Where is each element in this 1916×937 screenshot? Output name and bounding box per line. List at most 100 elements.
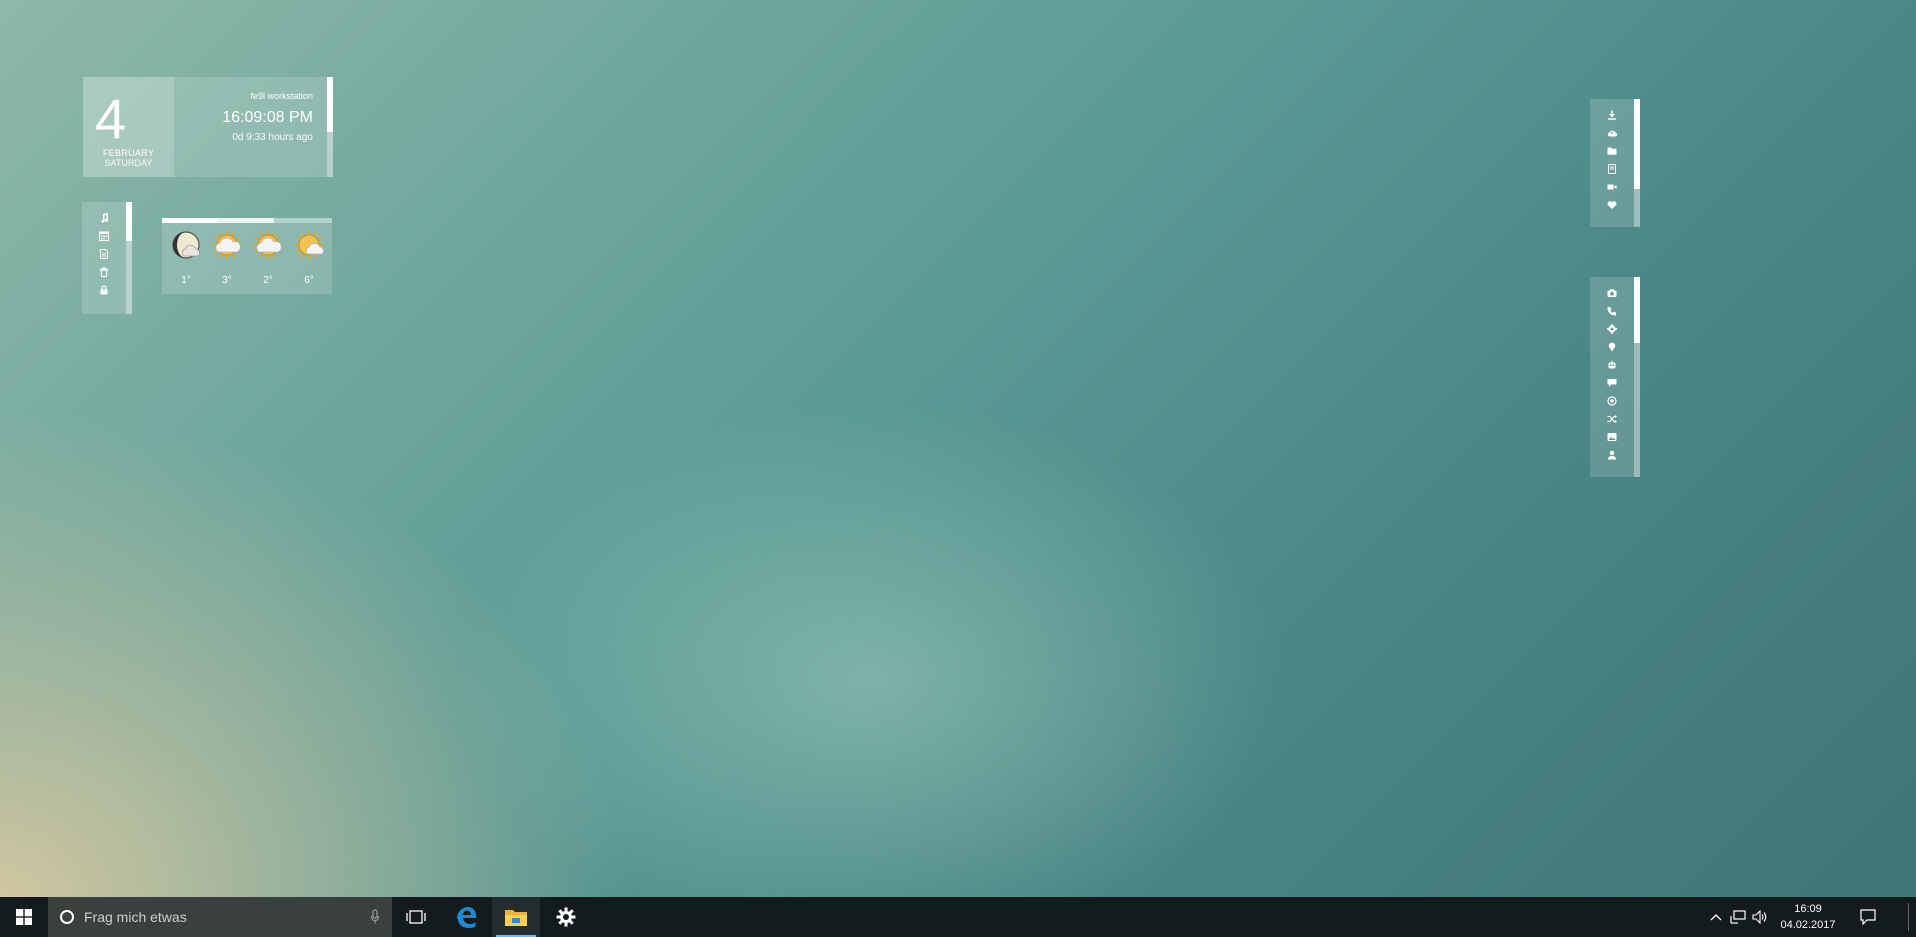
weather-temp: 1° [181, 275, 191, 286]
weather-temp: 3° [222, 275, 232, 286]
left-launcher [82, 202, 132, 314]
day-number: 4 [95, 87, 127, 150]
folder-launcher-button[interactable] [1606, 145, 1618, 157]
left-launcher-bar [126, 202, 132, 314]
action-center-button[interactable] [1860, 909, 1876, 925]
system-tray: 16:09 04.02.2017 [1696, 897, 1916, 937]
cloud-upload-launcher-button[interactable] [1606, 127, 1618, 139]
weather-temp: 2° [263, 275, 273, 286]
weather-day-1 [171, 230, 201, 260]
notification-icon [1860, 909, 1876, 925]
robot-icon [1608, 360, 1616, 369]
hostname: fe9l workstation [250, 91, 313, 101]
video-launcher-button[interactable] [1606, 181, 1618, 193]
document-icon [100, 249, 108, 259]
phone-icon [1607, 307, 1616, 316]
month-label: FEBRUARY [102, 148, 155, 158]
settings-launcher-button[interactable] [1606, 323, 1618, 335]
image-launcher-button[interactable] [1606, 431, 1618, 443]
date-block: 4 FEBRUARY SATURDAY [83, 77, 174, 177]
target-launcher-button[interactable] [1606, 395, 1618, 407]
microphone-icon[interactable] [370, 909, 380, 925]
tray-date: 04.02.2017 [1780, 919, 1836, 931]
weather-widget: 1° 3° 2° 6° [162, 218, 332, 294]
right-bottom-bar-fill [1634, 277, 1640, 343]
start-button[interactable] [0, 897, 48, 937]
speaker-icon [1752, 910, 1767, 924]
image-icon [1607, 433, 1617, 441]
video-icon [1607, 184, 1617, 190]
settings-gear-icon [556, 907, 576, 927]
lock-launcher-button[interactable] [98, 284, 110, 296]
camera-icon [1607, 289, 1617, 297]
folder-icon [1607, 147, 1617, 155]
moon-cloud-icon [172, 231, 200, 259]
user-launcher-button[interactable] [1606, 449, 1618, 461]
chevron-up-icon [1710, 914, 1722, 921]
music-launcher-button[interactable] [98, 212, 110, 224]
weekday-label: SATURDAY [104, 158, 153, 168]
trash-icon [100, 267, 108, 277]
right-top-bar [1634, 99, 1640, 227]
calendar-icon [99, 231, 109, 241]
sun-cloud-icon [213, 231, 241, 259]
edge-icon [457, 907, 476, 928]
sun-partly-icon [295, 231, 324, 259]
lock-icon [100, 285, 108, 295]
file-explorer-icon [505, 910, 527, 926]
file-explorer-button[interactable] [492, 897, 540, 937]
robot-launcher-button[interactable] [1606, 359, 1618, 371]
tray-clock[interactable]: 16:09 04.02.2017 [1776, 901, 1840, 933]
tray-time: 16:09 [1794, 903, 1822, 915]
sun-cloud-icon [254, 231, 282, 259]
notes-launcher-button[interactable] [1606, 163, 1618, 175]
settings-icon [1607, 324, 1617, 334]
right-bottom-icons [1590, 287, 1634, 467]
clock-progress-fill [327, 77, 333, 132]
heart-icon [1607, 201, 1617, 209]
show-desktop-divider[interactable] [1908, 903, 1909, 931]
calendar-launcher-button[interactable] [98, 230, 110, 242]
left-launcher-bar-fill [126, 202, 132, 242]
shuffle-icon [1607, 415, 1617, 423]
network-button[interactable] [1730, 909, 1746, 925]
music-icon [101, 213, 109, 223]
weather-bar [162, 218, 332, 223]
shuffle-launcher-button[interactable] [1606, 413, 1618, 425]
task-view-icon [406, 910, 426, 924]
cloud-upload-icon [1607, 130, 1617, 137]
weather-day-3 [253, 230, 283, 260]
desktop: 4 FEBRUARY SATURDAY fe9l workstation 16:… [0, 0, 1916, 937]
right-launcher-bottom [1590, 277, 1640, 477]
phone-launcher-button[interactable] [1606, 305, 1618, 317]
task-view-button[interactable] [392, 897, 440, 937]
weather-bar-segment [218, 218, 275, 223]
trash-launcher-button[interactable] [98, 266, 110, 278]
right-top-icons [1590, 109, 1634, 217]
background-glow [420, 380, 1320, 937]
weather-day-4 [294, 230, 324, 260]
weather-day-2 [212, 230, 242, 260]
download-launcher-button[interactable] [1606, 109, 1618, 121]
tray-overflow-button[interactable] [1708, 909, 1724, 925]
search-input[interactable] [82, 908, 356, 926]
settings-button[interactable] [542, 897, 590, 937]
target-icon [1607, 396, 1617, 406]
clock-progress-bar [327, 77, 333, 177]
weather-bar-segment [162, 218, 219, 223]
right-bottom-bar [1634, 277, 1640, 477]
document-launcher-button[interactable] [98, 248, 110, 260]
right-launcher-top [1590, 99, 1640, 227]
left-launcher-icons [82, 212, 126, 302]
search-box[interactable] [48, 897, 392, 937]
pin-launcher-button[interactable] [1606, 341, 1618, 353]
notes-icon [1608, 164, 1616, 174]
chat-launcher-button[interactable] [1606, 377, 1618, 389]
heart-launcher-button[interactable] [1606, 199, 1618, 211]
edge-button[interactable] [442, 897, 490, 937]
taskbar: 16:09 04.02.2017 [0, 897, 1916, 937]
network-icon [1730, 910, 1746, 924]
volume-button[interactable] [1752, 909, 1768, 925]
clock-time: 16:09:08 PM [222, 109, 313, 126]
camera-launcher-button[interactable] [1606, 287, 1618, 299]
